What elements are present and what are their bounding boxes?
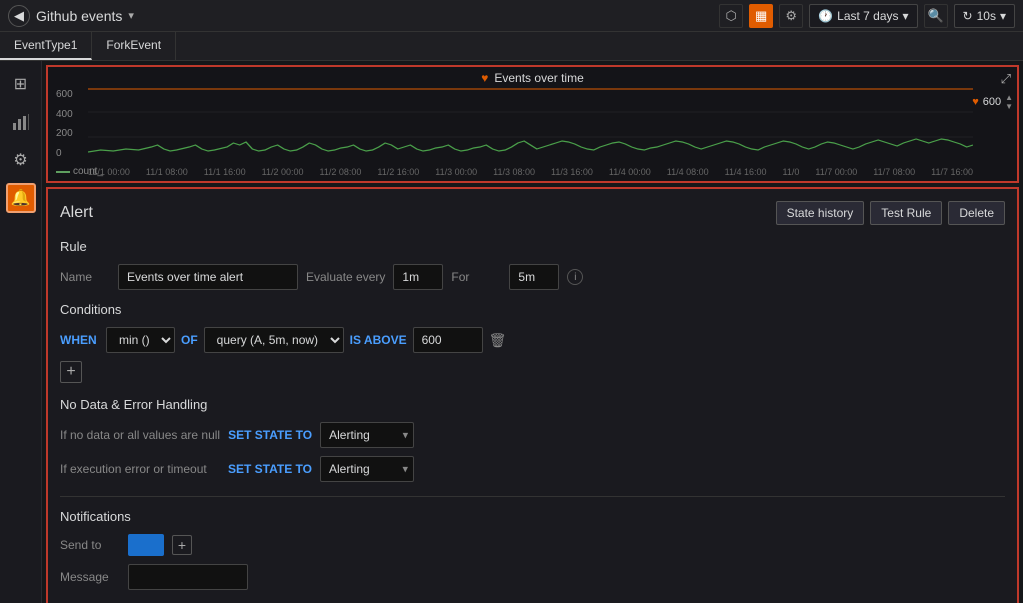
chart-canvas <box>88 87 973 161</box>
send-to-row: Send to + <box>60 534 1005 556</box>
null-description: If no data or all values are null <box>60 428 220 442</box>
refresh-label: 10s <box>977 9 996 23</box>
state-history-button[interactable]: State history <box>776 201 865 225</box>
chart-svg <box>88 87 973 161</box>
time-range-label: Last 7 days <box>837 9 898 23</box>
info-icon[interactable]: i <box>567 269 583 285</box>
error-set-state-label: SET STATE TO <box>228 462 312 476</box>
send-to-value <box>128 534 164 556</box>
tabs-row: EventType1 ForkEvent <box>0 32 1023 61</box>
refresh-arrow: ▾ <box>1000 9 1006 23</box>
title-dropdown-arrow[interactable]: ▾ <box>128 9 134 22</box>
null-set-state-label: SET STATE TO <box>228 428 312 442</box>
chart-area: 600 400 200 0 <box>52 87 1013 177</box>
chart-heart-icon: ♥ <box>481 71 488 85</box>
clock-icon: 🕐 <box>818 9 833 23</box>
notifications-section: Notifications Send to + Message <box>60 496 1005 590</box>
legend-arrows: ▲▼ <box>1005 93 1013 111</box>
back-button[interactable]: ◀ <box>8 5 30 27</box>
page-title: Github events <box>36 8 122 24</box>
error-state-select[interactable]: Alerting No Data Keep State <box>320 456 414 482</box>
alert-panel-header: Alert State history Test Rule Delete <box>60 201 1005 225</box>
notifications-section-title: Notifications <box>60 509 1005 524</box>
y-label-200: 200 <box>56 128 83 139</box>
send-to-label: Send to <box>60 538 120 552</box>
conditions-section-title: Conditions <box>60 302 1005 317</box>
sidebar-icon-layers[interactable]: ⊞ <box>6 69 36 99</box>
function-select[interactable]: min () <box>106 327 175 353</box>
error-row: If execution error or timeout SET STATE … <box>60 456 1005 482</box>
sidebar: ⊞ ⚙ 🔔 <box>0 61 42 603</box>
delete-button[interactable]: Delete <box>948 201 1005 225</box>
query-select[interactable]: query (A, 5m, now) <box>204 327 344 353</box>
chart-container: ♥ Events over time ⤢ 600 400 200 0 <box>46 65 1019 183</box>
threshold-input[interactable] <box>413 327 483 353</box>
refresh-button[interactable]: ↻ 10s ▾ <box>954 4 1015 28</box>
count-line <box>56 171 70 173</box>
count-legend: count_ <box>56 166 103 177</box>
share-button[interactable]: ⬡ <box>719 4 743 28</box>
gear-button[interactable]: ⚙ <box>779 4 803 28</box>
sidebar-icon-chart[interactable] <box>6 107 36 137</box>
search-button[interactable]: 🔍 <box>924 4 948 28</box>
tab-forkevent[interactable]: ForkEvent <box>92 32 176 60</box>
alert-buttons: State history Test Rule Delete <box>776 201 1005 225</box>
chart-y-labels: 600 400 200 0 <box>52 87 87 161</box>
dashboard-button[interactable]: ▦ <box>749 4 773 28</box>
chart-title: Events over time <box>494 71 583 85</box>
is-above-label: IS ABOVE <box>350 333 407 347</box>
message-label: Message <box>60 570 120 584</box>
condition-delete-icon[interactable]: 🗑 <box>489 332 507 349</box>
top-bar-left: ◀ Github events ▾ <box>8 5 134 27</box>
error-state-select-wrap: Alerting No Data Keep State <box>320 456 414 482</box>
chart-right-legend: ♥ 600 ▲▼ <box>972 93 1013 111</box>
main-layout: ⊞ ⚙ 🔔 ♥ Events over time ⤢ 600 400 <box>0 61 1023 603</box>
conditions-row: WHEN min () OF query (A, 5m, now) IS ABO… <box>60 327 1005 353</box>
add-condition-button[interactable]: + <box>60 361 82 383</box>
top-bar: ◀ Github events ▾ ⬡ ▦ ⚙ 🕐 Last 7 days ▾ … <box>0 0 1023 32</box>
top-bar-right: ⬡ ▦ ⚙ 🕐 Last 7 days ▾ 🔍 ↻ 10s ▾ <box>719 4 1015 28</box>
legend-heart-icon: ♥ <box>972 96 979 108</box>
count-label-text: count_ <box>73 166 103 177</box>
rule-name-label: Name <box>60 270 110 284</box>
sidebar-icon-gear[interactable]: ⚙ <box>6 145 36 175</box>
for-input[interactable] <box>509 264 559 290</box>
no-data-section-title: No Data & Error Handling <box>60 397 1005 412</box>
alert-panel-title: Alert <box>60 204 93 222</box>
rule-name-row: Name Evaluate every For i <box>60 264 1005 290</box>
message-row: Message <box>60 564 1005 590</box>
test-rule-button[interactable]: Test Rule <box>870 201 942 225</box>
of-label: OF <box>181 333 198 347</box>
null-state-select[interactable]: Alerting No Data Keep State <box>320 422 414 448</box>
chart-x-labels: 11/1 00:00 11/1 08:00 11/1 16:00 11/2 00… <box>88 167 973 177</box>
evaluate-input[interactable] <box>393 264 443 290</box>
time-range-arrow: ▾ <box>903 9 909 23</box>
no-data-section: No Data & Error Handling If no data or a… <box>60 397 1005 482</box>
rule-name-input[interactable] <box>118 264 298 290</box>
rule-section-title: Rule <box>60 239 1005 254</box>
refresh-icon: ↻ <box>963 9 973 23</box>
chart-header: ♥ Events over time ⤢ <box>52 71 1013 85</box>
chart-expand-icon[interactable]: ⤢ <box>1001 71 1011 87</box>
content-area: ♥ Events over time ⤢ 600 400 200 0 <box>42 61 1023 603</box>
y-label-600: 600 <box>56 89 83 100</box>
add-notification-button[interactable]: + <box>172 535 192 555</box>
alert-panel: Alert State history Test Rule Delete Rul… <box>46 187 1019 603</box>
y-label-400: 400 <box>56 109 83 120</box>
null-state-select-wrap: Alerting No Data Keep State <box>320 422 414 448</box>
time-range-button[interactable]: 🕐 Last 7 days ▾ <box>809 4 917 28</box>
message-input[interactable] <box>128 564 248 590</box>
evaluate-label: Evaluate every <box>306 270 385 284</box>
tab-eventtype1[interactable]: EventType1 <box>0 32 92 60</box>
y-label-0: 0 <box>56 148 83 159</box>
error-description: If execution error or timeout <box>60 462 220 476</box>
null-row: If no data or all values are null SET ST… <box>60 422 1005 448</box>
for-label: For <box>451 270 501 284</box>
when-label: WHEN <box>60 333 100 347</box>
legend-value: 600 <box>983 96 1001 108</box>
sidebar-icon-bell[interactable]: 🔔 <box>6 183 36 213</box>
